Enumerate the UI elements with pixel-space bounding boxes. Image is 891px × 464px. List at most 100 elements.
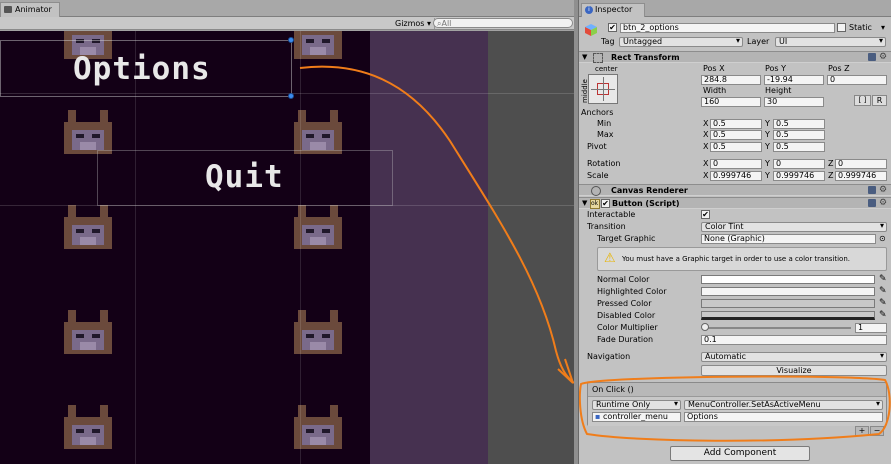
z-label: Z (828, 159, 834, 168)
static-label: Static (849, 23, 872, 32)
tag-dropdown[interactable]: Untagged (619, 37, 743, 47)
pivot-x-field[interactable]: 0.5 (710, 142, 762, 152)
rect-transform-icon (593, 53, 603, 63)
gear-icon[interactable]: ⚙ (879, 186, 887, 195)
max-label: Max (597, 130, 614, 139)
canvas-renderer-title: Canvas Renderer (611, 186, 688, 195)
x-label: X (703, 130, 709, 139)
pressed-color-field[interactable] (701, 299, 875, 308)
y-label: Y (765, 119, 770, 128)
scale-y-field[interactable]: 0.999746 (773, 171, 825, 181)
help-book-icon[interactable] (868, 53, 876, 61)
gizmos-dropdown[interactable]: Gizmos ▾ (392, 18, 436, 29)
interactable-checkbox[interactable]: ✔ (701, 210, 710, 219)
button-enabled-checkbox[interactable]: ✔ (601, 199, 610, 208)
rotation-label: Rotation (587, 159, 621, 168)
tab-animator[interactable]: Animator (0, 2, 60, 17)
active-checkbox[interactable]: ✔ (608, 23, 617, 32)
interactable-label: Interactable (587, 210, 636, 219)
object-header: ✔ btn_2_options Static ▾ Tag Untagged La… (579, 18, 891, 51)
object-picker-icon[interactable]: ⊙ (879, 234, 886, 244)
transition-dropdown[interactable]: Color Tint (701, 222, 887, 232)
target-graphic-field[interactable]: None (Graphic) (701, 234, 876, 244)
animator-icon (4, 6, 12, 13)
script-icon: ok (590, 199, 600, 209)
anchor-min-y-field[interactable]: 0.5 (773, 119, 825, 129)
pos-z-field[interactable]: 0 (827, 75, 887, 85)
scale-z-field[interactable]: 0.999746 (835, 171, 887, 181)
eyedropper-icon[interactable]: ✎ (879, 275, 888, 284)
pivot-label: Pivot (587, 142, 607, 151)
eyedropper-icon[interactable]: ✎ (879, 287, 888, 296)
anchor-preset-button[interactable] (588, 74, 618, 104)
rect-transform-header[interactable]: ▼ Rect Transform ⚙ (579, 51, 891, 63)
static-dropdown-icon[interactable]: ▾ (881, 23, 885, 33)
x-label: X (703, 119, 709, 128)
width-label: Width (703, 86, 727, 95)
scene-toolbar: Gizmos ▾ ⌕All (0, 17, 574, 30)
gear-icon[interactable]: ⚙ (879, 53, 887, 62)
canvas-renderer-icon (591, 186, 601, 196)
button-script-header[interactable]: ▼ ok ✔ Button (Script) ⚙ (579, 197, 891, 209)
height-field[interactable]: 30 (764, 97, 824, 107)
normal-color-field[interactable] (701, 275, 875, 284)
fold-arrow-icon: ▼ (582, 199, 588, 207)
scale-x-field[interactable]: 0.999746 (710, 171, 762, 181)
layer-dropdown[interactable]: UI (775, 37, 886, 47)
rotation-x-field[interactable]: 0 (710, 159, 762, 169)
fade-duration-field[interactable]: 0.1 (701, 335, 887, 345)
tab-inspector-label: Inspector (595, 5, 633, 14)
highlighted-color-field[interactable] (701, 287, 875, 296)
object-name-field[interactable]: btn_2_options (620, 23, 835, 33)
fold-arrow-icon: ▼ (582, 53, 588, 61)
scene-view[interactable]: Options Quit (0, 31, 574, 464)
tab-inspector[interactable]: i Inspector (581, 3, 645, 17)
pos-x-label: Pos X (703, 64, 725, 73)
pos-y-field[interactable]: -19.94 (764, 75, 824, 85)
scale-label: Scale (587, 171, 609, 180)
static-checkbox[interactable] (837, 23, 846, 32)
gear-icon[interactable]: ⚙ (879, 199, 887, 208)
color-multiplier-thumb[interactable] (701, 323, 709, 331)
color-multiplier-slider[interactable] (703, 327, 851, 329)
search-placeholder: All (441, 19, 452, 28)
navigation-label: Navigation (587, 352, 631, 361)
gameobject-cube-icon (585, 24, 597, 36)
scene-search-input[interactable]: ⌕All (433, 18, 573, 28)
pivot-y-field[interactable]: 0.5 (773, 142, 825, 152)
normal-color-label: Normal Color (597, 275, 650, 284)
width-field[interactable]: 160 (701, 97, 761, 107)
color-multiplier-field[interactable]: 1 (855, 323, 887, 333)
rotation-z-field[interactable]: 0 (835, 159, 887, 169)
color-multiplier-label: Color Multiplier (597, 323, 658, 332)
pos-x-field[interactable]: 284.8 (701, 75, 761, 85)
gizmos-label: Gizmos (395, 19, 425, 28)
inspector-panel: i Inspector ✔ btn_2_options Static ▾ Tag… (578, 0, 891, 464)
transition-label: Transition (587, 222, 626, 231)
y-label: Y (765, 171, 770, 180)
anchors-label: Anchors (581, 108, 614, 117)
tab-animator-label: Animator (15, 5, 52, 14)
raw-edit-button[interactable]: R (872, 95, 887, 106)
anchor-max-x-field[interactable]: 0.5 (710, 130, 762, 140)
z-label: Z (828, 171, 834, 180)
y-label: Y (765, 159, 770, 168)
blueprint-mode-button[interactable]: [ ] (854, 95, 871, 106)
eyedropper-icon[interactable]: ✎ (879, 299, 888, 308)
x-label: X (703, 142, 709, 151)
help-book-icon[interactable] (868, 199, 876, 207)
target-graphic-label: Target Graphic (597, 234, 656, 243)
min-label: Min (597, 119, 612, 128)
eyedropper-icon[interactable]: ✎ (879, 311, 888, 320)
rotation-y-field[interactable]: 0 (773, 159, 825, 169)
canvas-renderer-header[interactable]: Canvas Renderer ⚙ (579, 184, 891, 196)
warning-box: ⚠ You must have a Graphic target in orde… (597, 247, 887, 271)
y-label: Y (765, 142, 770, 151)
anchor-min-x-field[interactable]: 0.5 (710, 119, 762, 129)
help-book-icon[interactable] (868, 186, 876, 194)
navigation-dropdown[interactable]: Automatic (701, 352, 887, 362)
left-tab-bar: Animator (0, 0, 574, 17)
anchor-max-y-field[interactable]: 0.5 (773, 130, 825, 140)
disabled-color-field[interactable] (701, 311, 875, 320)
x-label: X (703, 159, 709, 168)
